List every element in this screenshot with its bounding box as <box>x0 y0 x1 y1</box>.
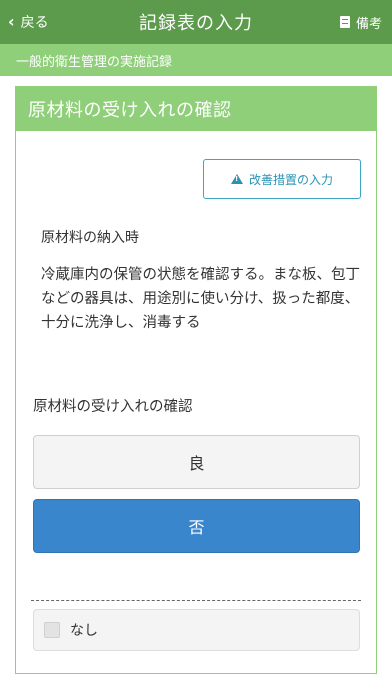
card-title: 原材料の受け入れの確認 <box>16 87 376 131</box>
improvement-action-button[interactable]: 改善措置の入力 <box>203 159 361 199</box>
check-card: 原材料の受け入れの確認 改善措置の入力 原材料の納入時 冷蔵庫内の保管の状態を確… <box>15 86 377 674</box>
notes-button[interactable]: 備考 <box>339 0 382 44</box>
none-label: なし <box>70 623 98 639</box>
check-question: 原材料の受け入れの確認 <box>33 399 193 415</box>
back-label: 戻る <box>20 15 49 31</box>
back-button[interactable]: ‹ 戻る <box>8 0 49 44</box>
improvement-action-label: 改善措置の入力 <box>248 172 333 187</box>
warning-icon <box>230 174 243 184</box>
none-checkbox-row[interactable]: なし <box>33 609 360 651</box>
notes-icon <box>339 16 350 28</box>
checkbox-icon[interactable] <box>44 622 60 638</box>
option-good-button[interactable]: 良 <box>33 435 360 489</box>
divider <box>31 600 361 601</box>
option-good-label: 良 <box>188 454 205 473</box>
chevron-left-icon: ‹ <box>8 12 15 31</box>
page-title: 記録表の入力 <box>139 13 253 34</box>
option-bad-button[interactable]: 否 <box>33 499 360 553</box>
check-description: 冷蔵庫内の保管の状態を確認する。まな板、包丁などの器具は、用途別に使い分け、扱っ… <box>41 267 360 331</box>
notes-label: 備考 <box>355 16 382 32</box>
check-timing: 原材料の納入時 <box>41 230 139 246</box>
app-header: ‹ 戻る 記録表の入力 備考 <box>0 0 392 44</box>
option-bad-label: 否 <box>188 518 205 537</box>
section-subheader: 一般的衛生管理の実施記録 <box>0 44 392 76</box>
